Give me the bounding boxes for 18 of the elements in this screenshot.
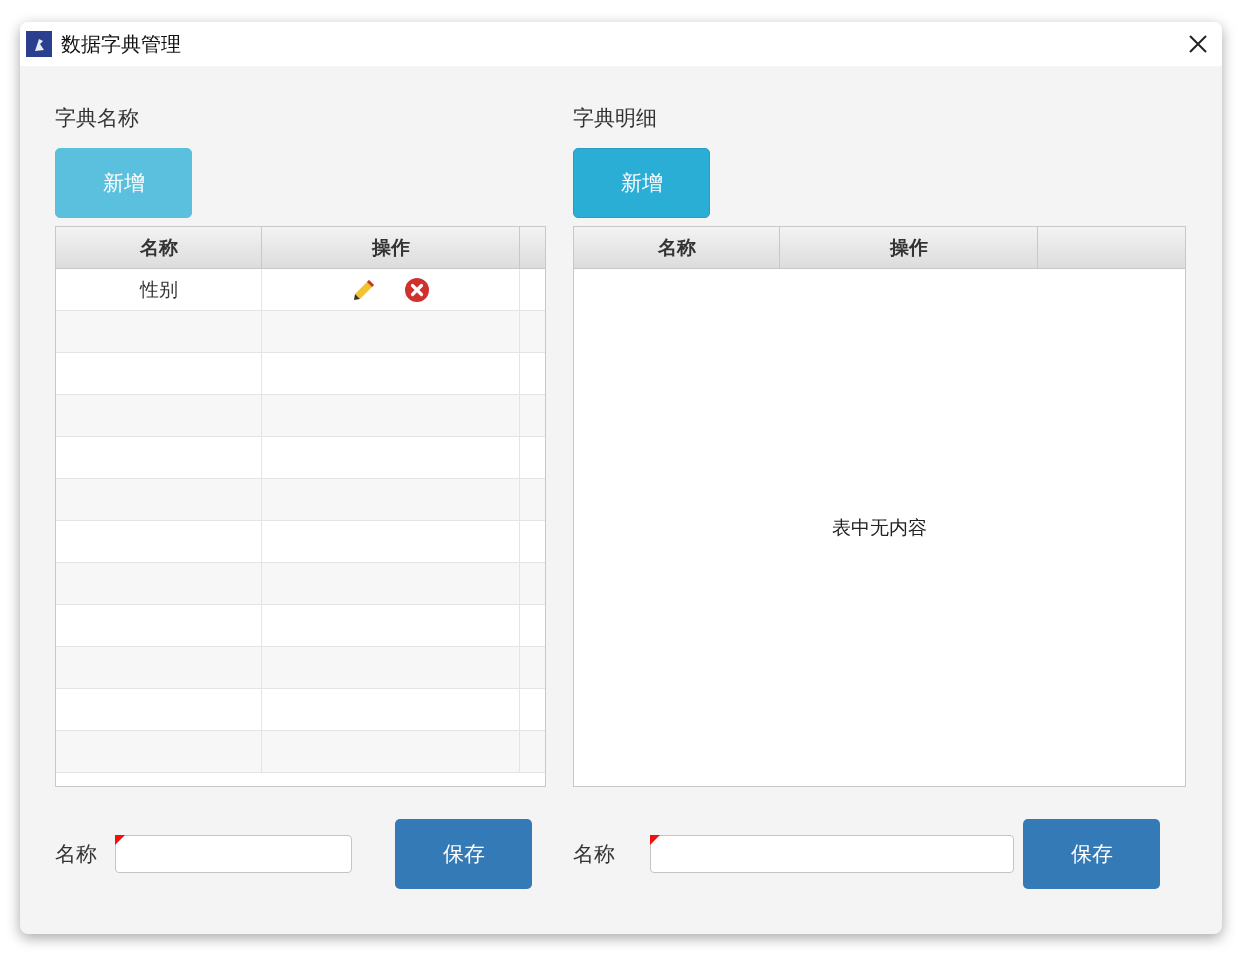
name-input-field[interactable] — [115, 835, 352, 873]
pencil-icon[interactable] — [351, 277, 376, 302]
column-header[interactable]: 操作 — [262, 227, 520, 268]
empty-table-message: 表中无内容 — [832, 514, 927, 540]
table-cell-text: 性别 — [139, 276, 178, 302]
name-input-field[interactable] — [650, 835, 1014, 873]
app-logo-icon — [26, 31, 52, 57]
delete-icon[interactable] — [403, 276, 430, 303]
column-header[interactable]: 操作 — [780, 227, 1038, 268]
column-header[interactable]: 名称 — [574, 227, 780, 268]
save-button[interactable]: 保存 — [1023, 819, 1160, 889]
section-title: 字典明细 — [573, 105, 658, 132]
field-label: 名称 — [55, 841, 98, 868]
field-label: 名称 — [573, 841, 616, 868]
window-title: 数据字典管理 — [61, 30, 181, 58]
column-header[interactable]: 名称 — [56, 227, 262, 268]
section-title: 字典名称 — [55, 105, 140, 132]
save-button[interactable]: 保存 — [395, 819, 532, 889]
